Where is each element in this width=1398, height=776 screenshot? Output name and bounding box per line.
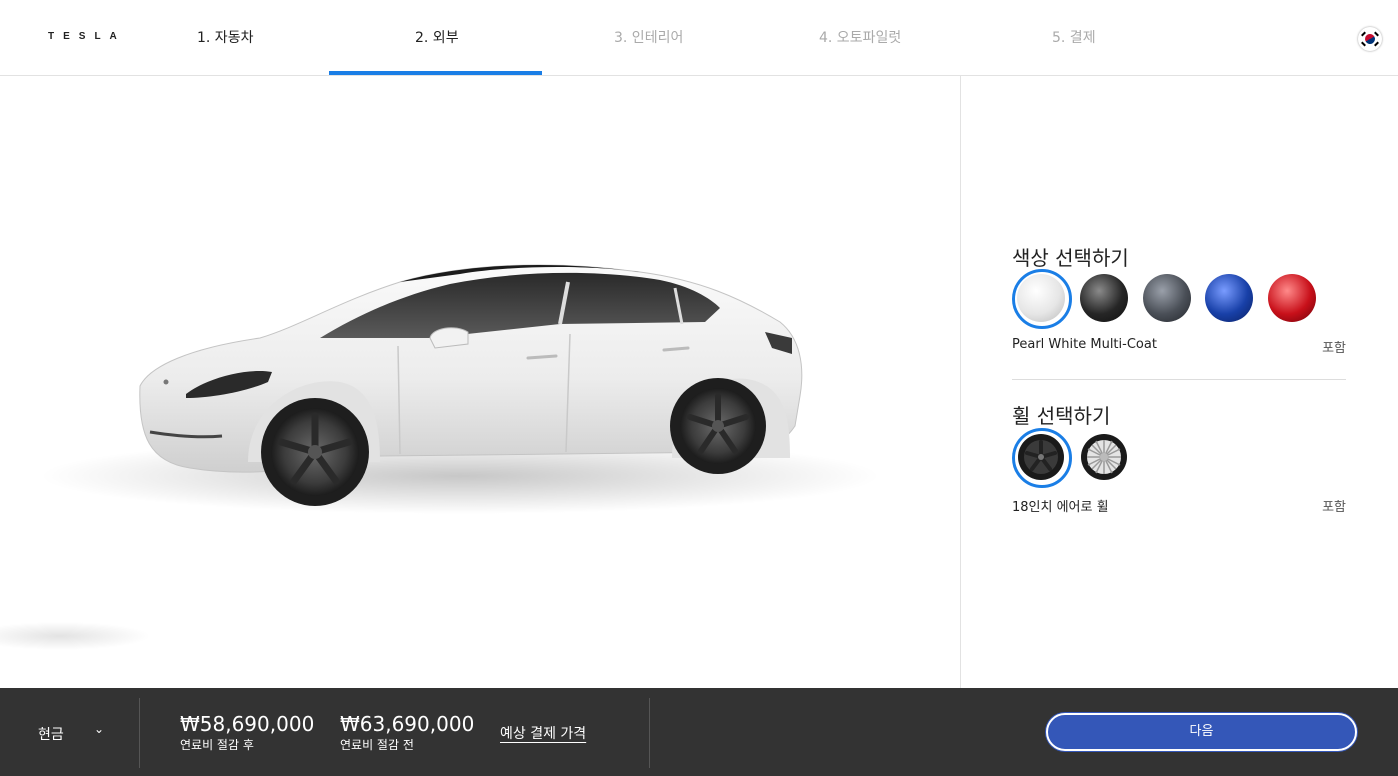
top-nav: TESLA 1. 자동차 2. 외부 3. 인테리어 4. 오토파일럿 5. 결… [0, 0, 1398, 76]
step-interior[interactable]: 3. 인테리어 [614, 27, 683, 47]
config-panel: 색상 선택하기 Pearl White Multi-Coat 포함 휠 선택하기 [961, 76, 1398, 688]
car-viewer [0, 76, 960, 688]
tesla-logo[interactable]: TESLA [48, 31, 126, 42]
footer-divider [649, 698, 650, 768]
car-image [0, 264, 880, 650]
footer-divider [139, 698, 140, 768]
chevron-down-icon[interactable]: ⌄ [94, 722, 104, 736]
wheel-sport-19[interactable] [1080, 433, 1128, 481]
swatch-midnight-silver[interactable] [1143, 274, 1191, 322]
price-before-savings: ₩63,690,000 [340, 712, 475, 736]
price-after-savings-label: 연료비 절감 후 [180, 738, 254, 752]
korea-flag-icon[interactable] [1358, 27, 1382, 51]
selected-color-price: 포함 [1322, 341, 1346, 356]
swatch-red-multi-coat[interactable] [1268, 274, 1316, 322]
payment-type-select[interactable]: 현금 [38, 724, 64, 744]
step-autopilot[interactable]: 4. 오토파일럿 [819, 27, 901, 47]
swatch-pearl-white[interactable] [1012, 269, 1072, 329]
step-payment[interactable]: 5. 결제 [1052, 27, 1096, 47]
active-step-indicator [329, 71, 542, 75]
step-exterior[interactable]: 2. 외부 [415, 27, 459, 47]
swatch-solid-black[interactable] [1080, 274, 1128, 322]
next-button[interactable]: 다음 [1046, 713, 1357, 751]
wheel-aero-18[interactable] [1012, 428, 1072, 488]
selected-color-name: Pearl White Multi-Coat [1012, 337, 1157, 352]
step-car[interactable]: 1. 자동차 [197, 27, 253, 47]
price-after-savings: ₩58,690,000 [180, 712, 315, 736]
selected-wheel-price: 포함 [1322, 500, 1346, 515]
swatch-deep-blue[interactable] [1205, 274, 1253, 322]
color-section-title: 색상 선택하기 [1012, 246, 1129, 270]
wheel-section-title: 휠 선택하기 [1012, 404, 1111, 428]
selected-wheel-name: 18인치 에어로 휠 [1012, 500, 1109, 515]
price-footer: 현금 ⌄ ₩58,690,000 연료비 절감 후 ₩63,690,000 연료… [0, 688, 1398, 776]
section-divider [1012, 379, 1346, 380]
price-before-savings-label: 연료비 절감 전 [340, 738, 414, 752]
estimated-price-link[interactable]: 예상 결제 가격 [500, 723, 586, 743]
